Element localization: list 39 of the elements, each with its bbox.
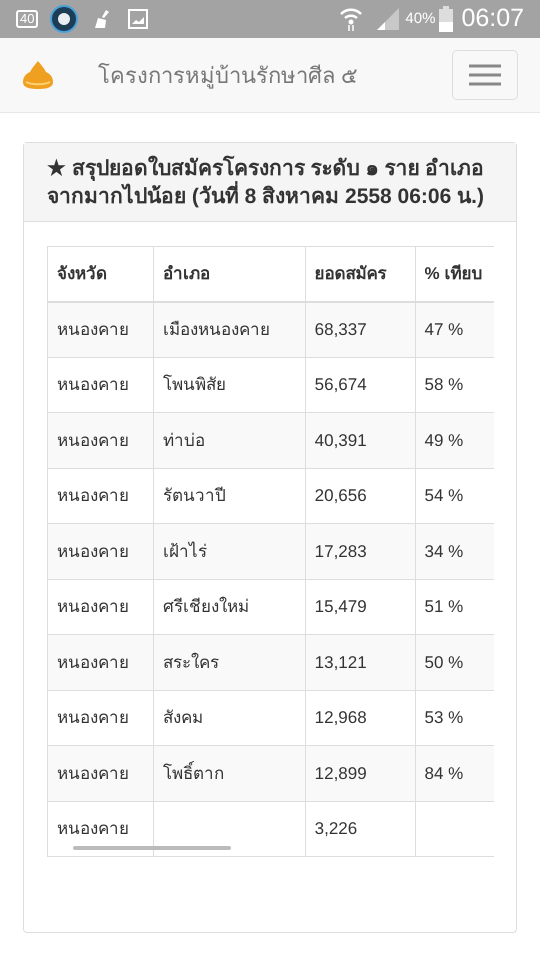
table-cell: 49 % (415, 412, 494, 468)
table-cell: 40,391 (305, 412, 415, 468)
table-cell: โพธิ์ตาก (153, 746, 306, 801)
column-header: อำเภอ (153, 246, 306, 302)
site-title[interactable]: โครงการหมู่บ้านรักษาศีล ๕ (98, 58, 358, 92)
table-cell: 50 % (415, 634, 494, 690)
table-cell: 47 % (415, 302, 494, 357)
table-cell: 12,899 (305, 746, 415, 801)
image-icon (128, 9, 148, 29)
table-cell: 3,226 (305, 801, 415, 856)
table-cell: ท่าบ่อ (153, 412, 306, 468)
logo-icon (22, 60, 54, 90)
table-cell: สระใคร (153, 634, 306, 690)
menu-button[interactable] (452, 50, 518, 100)
battery-icon (439, 6, 454, 32)
table-cell: เมืองหนองคาย (153, 302, 306, 357)
menu-icon (468, 64, 502, 86)
table-cell: หนองคาย (48, 634, 154, 690)
table-cell: 84 % (415, 746, 494, 801)
table-cell: 34 % (415, 524, 494, 579)
battery-percent: 40% (405, 8, 436, 29)
table-cell: หนองคาย (48, 524, 154, 579)
table-cell: 17,283 (305, 524, 415, 579)
notification-badge: 40 (16, 10, 38, 28)
table-cell: หนองคาย (48, 412, 154, 468)
wifi-icon (339, 6, 364, 32)
column-header: % เทียบ (415, 246, 494, 302)
clock: 06:07 (461, 3, 524, 34)
column-header: จังหวัด (48, 246, 154, 302)
table-cell: 13,121 (305, 634, 415, 690)
table-cell: เฝ้าไร่ (153, 524, 306, 579)
panel-heading: ★ สรุปยอดใบสมัครโครงการ ระดับ ๑ ราย อำเภอ จากมากไปน้อย (วันที่ 8 สิงหาคม 2558 06:06 น.) (47, 155, 486, 210)
signal-icon (375, 7, 402, 31)
gauge-icon (50, 5, 78, 33)
table-cell: 68,337 (305, 302, 415, 357)
column-header: ยอดสมัคร (305, 246, 415, 302)
table-cell: หนองคาย (48, 302, 154, 357)
scrollbar[interactable] (73, 846, 231, 850)
table-cell: หนองคาย (48, 746, 154, 801)
